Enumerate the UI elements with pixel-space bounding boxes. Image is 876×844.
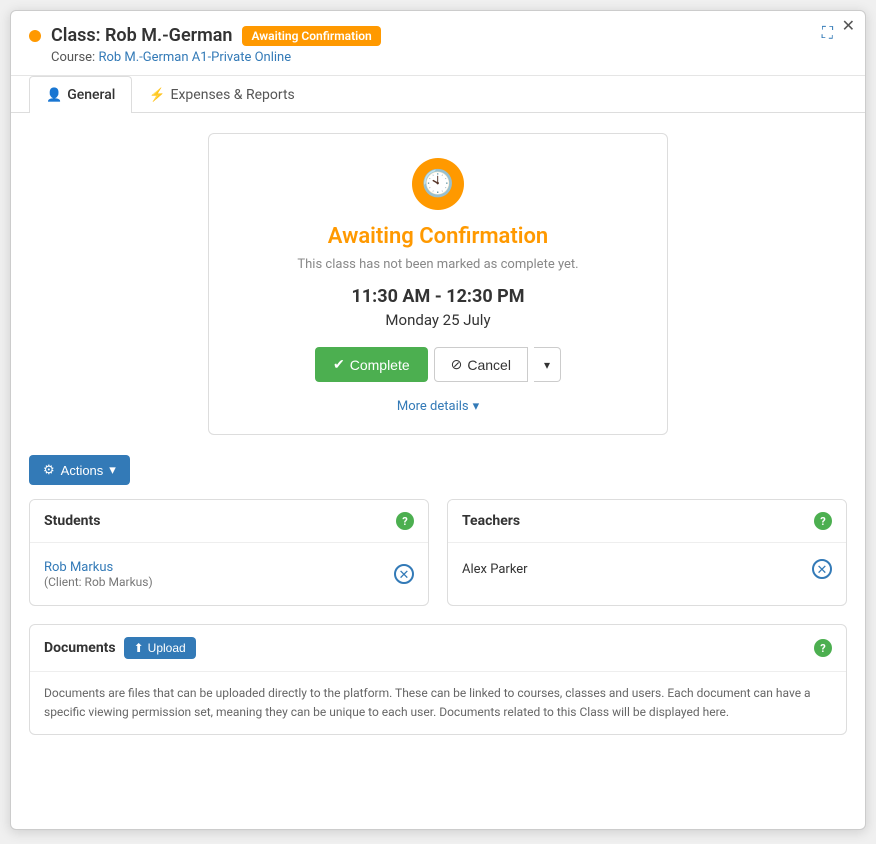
course-label: Course: [51, 50, 95, 65]
course-link[interactable]: Rob M.-German A1-Private Online [98, 50, 291, 65]
teachers-help-icon[interactable]: ? [814, 512, 832, 530]
cancel-label: Cancel [467, 357, 511, 373]
awaiting-title: Awaiting Confirmation [229, 224, 647, 249]
students-title: Students [44, 513, 100, 529]
documents-body: Documents are files that can be uploaded… [30, 672, 846, 734]
general-tab-icon: 👤 [46, 88, 62, 103]
tab-expenses[interactable]: ⚡ Expenses & Reports [132, 76, 311, 113]
upload-label: Upload [148, 641, 186, 655]
status-badge: Awaiting Confirmation [242, 26, 380, 46]
teachers-title: Teachers [462, 513, 520, 529]
check-icon: ✔ [333, 356, 345, 373]
actions-label: Actions [61, 463, 104, 478]
course-subtitle: Course: Rob M.-German A1-Private Online [29, 50, 847, 65]
tabs-bar: 👤 General ⚡ Expenses & Reports [11, 76, 865, 113]
class-date: Monday 25 July [229, 311, 647, 329]
teachers-panel-body: Alex Parker ✕ [448, 543, 846, 595]
student-info: Rob Markus (Client: Rob Markus) [44, 559, 153, 589]
more-details-icon: ▾ [473, 399, 480, 414]
documents-description: Documents are files that can be uploaded… [44, 684, 832, 722]
status-subtitle: This class has not been marked as comple… [229, 257, 647, 272]
actions-bar: ⚙ Actions ▾ [29, 455, 847, 485]
students-panel-body: Rob Markus (Client: Rob Markus) ✕ [30, 543, 428, 605]
complete-button[interactable]: ✔ Complete [315, 347, 428, 382]
students-panel-header: Students ? [30, 500, 428, 543]
panels-row: Students ? Rob Markus (Client: Rob Marku… [29, 499, 847, 606]
student-name-link[interactable]: Rob Markus [44, 560, 113, 575]
tab-general[interactable]: 👤 General [29, 76, 132, 113]
actions-button[interactable]: ⚙ Actions ▾ [29, 455, 130, 485]
upload-button[interactable]: ⬆ Upload [124, 637, 196, 659]
gear-icon: ⚙ [43, 462, 55, 478]
class-modal: ✕ ⛶ Class: Rob M.-German Awaiting Confir… [10, 10, 866, 830]
close-button[interactable]: ✕ [842, 19, 855, 35]
clock-icon: 🕙 [412, 158, 464, 210]
status-dot [29, 30, 41, 42]
documents-title-group: Documents ⬆ Upload [44, 637, 196, 659]
students-panel: Students ? Rob Markus (Client: Rob Marku… [29, 499, 429, 606]
remove-teacher-button[interactable]: ✕ [812, 559, 832, 579]
upload-icon: ⬆ [134, 641, 144, 655]
student-row: Rob Markus (Client: Rob Markus) ✕ [44, 553, 414, 595]
modal-body: 🕙 Awaiting Confirmation This class has n… [11, 113, 865, 755]
actions-dropdown-icon: ▾ [109, 462, 116, 478]
students-help-icon[interactable]: ? [396, 512, 414, 530]
class-time: 11:30 AM - 12:30 PM [229, 286, 647, 307]
title-row: Class: Rob M.-German Awaiting Confirmati… [29, 25, 847, 46]
cancel-dropdown-button[interactable]: ▾ [534, 347, 561, 382]
teachers-panel: Teachers ? Alex Parker ✕ [447, 499, 847, 606]
tab-expenses-label: Expenses & Reports [171, 87, 295, 103]
more-details-label: More details [397, 399, 469, 414]
tab-general-label: General [67, 87, 115, 103]
modal-title: Class: Rob M.-German [51, 25, 232, 46]
modal-header: Class: Rob M.-German Awaiting Confirmati… [11, 11, 865, 76]
teacher-name: Alex Parker [462, 562, 528, 577]
status-card: 🕙 Awaiting Confirmation This class has n… [208, 133, 668, 435]
teacher-row: Alex Parker ✕ [462, 553, 832, 585]
complete-label: Complete [350, 357, 410, 373]
action-buttons: ✔ Complete ⊘ Cancel ▾ [229, 347, 647, 382]
cancel-button[interactable]: ⊘ Cancel [434, 347, 528, 382]
remove-student-button[interactable]: ✕ [394, 564, 414, 584]
documents-header: Documents ⬆ Upload ? [30, 625, 846, 672]
documents-title: Documents [44, 640, 116, 656]
documents-panel: Documents ⬆ Upload ? Documents are files… [29, 624, 847, 735]
expenses-tab-icon: ⚡ [149, 88, 165, 103]
student-client: (Client: Rob Markus) [44, 575, 153, 589]
documents-help-icon[interactable]: ? [814, 639, 832, 657]
teachers-panel-header: Teachers ? [448, 500, 846, 543]
more-details-link[interactable]: More details ▾ [397, 399, 479, 414]
cancel-icon: ⊘ [451, 356, 463, 373]
expand-icon[interactable]: ⛶ [822, 23, 833, 43]
